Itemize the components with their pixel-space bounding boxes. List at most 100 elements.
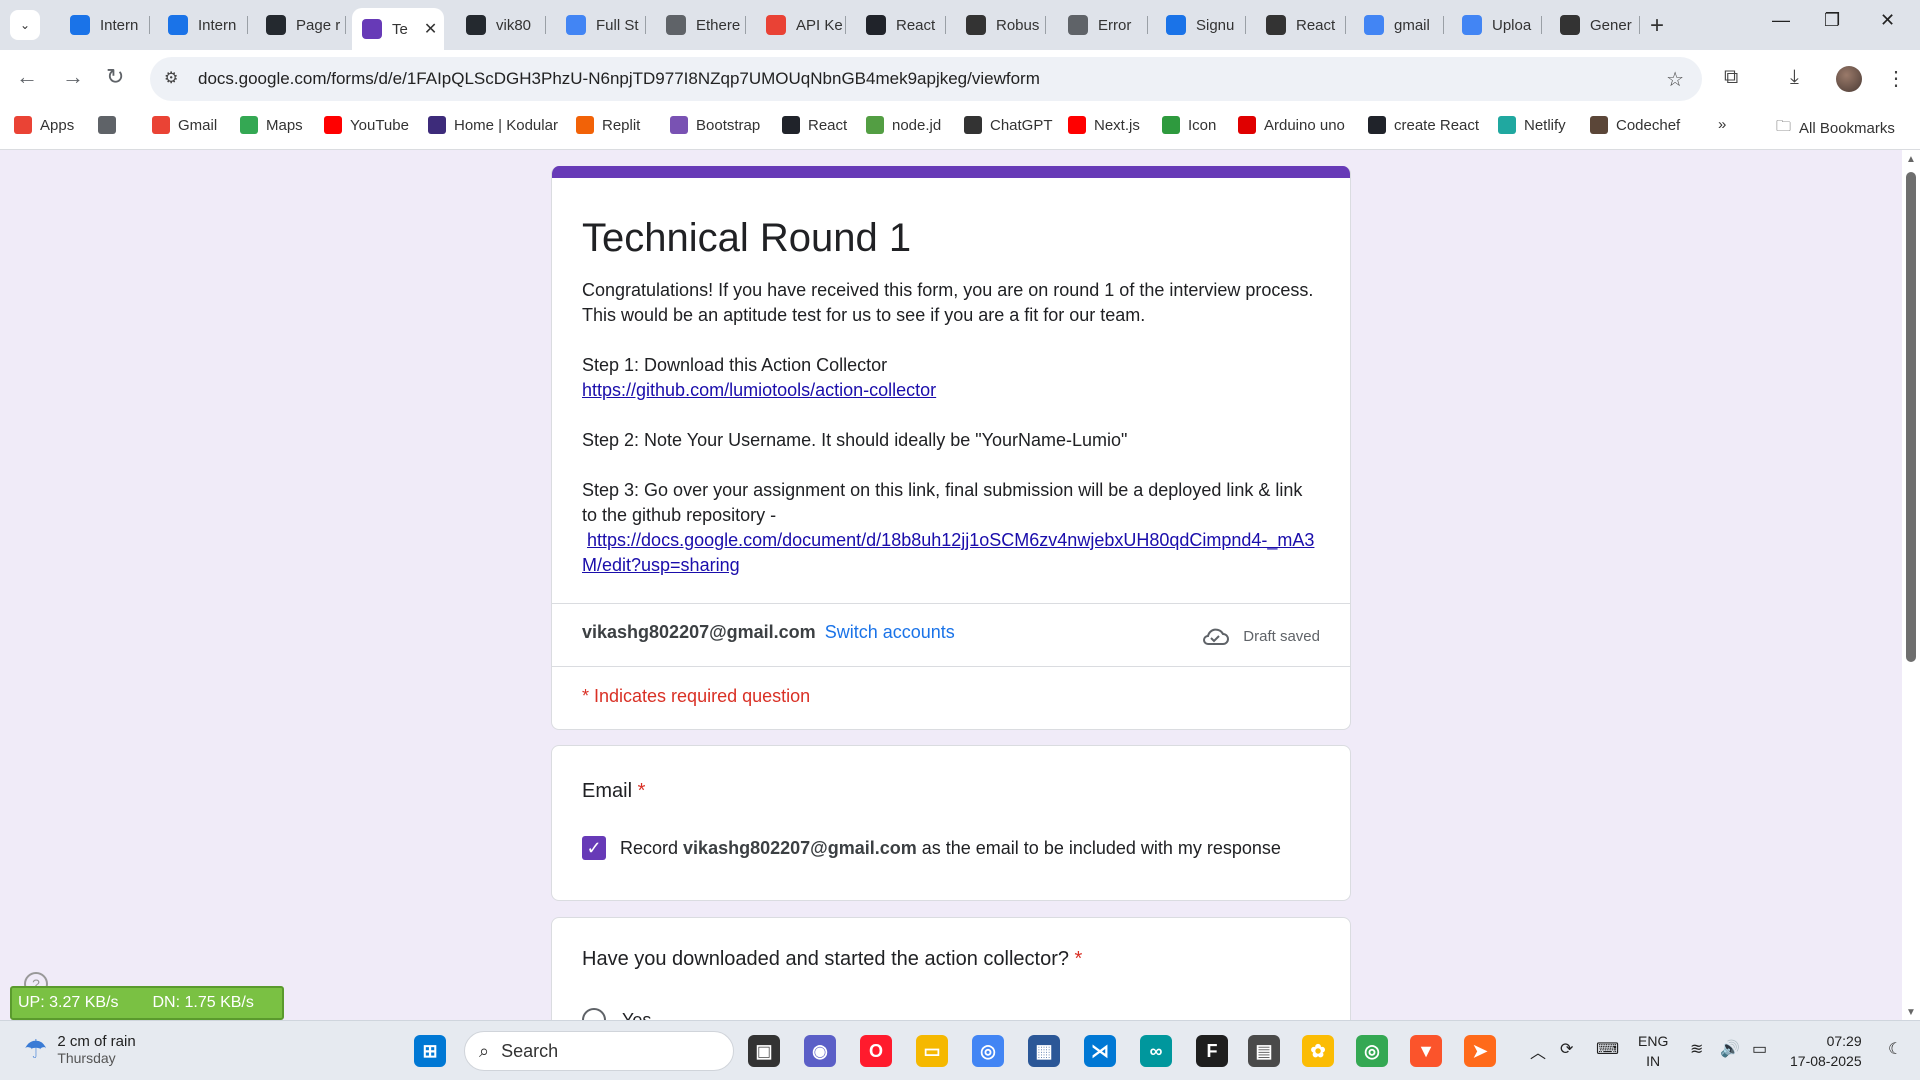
browser-tab[interactable]: gmail — [1354, 8, 1444, 42]
browser-tab[interactable]: Page r — [256, 8, 346, 42]
download-speed: DN: 1.75 KB/s — [152, 994, 254, 1011]
browser-tab[interactable]: API Ke — [756, 8, 846, 42]
weather-widget[interactable]: ☂ 2 cm of rain Thursday — [24, 1033, 136, 1066]
keyboard-icon[interactable]: ⌨ — [1596, 1039, 1619, 1059]
bookmark-item[interactable]: Icon — [1162, 116, 1216, 134]
bookmark-item[interactable]: Bootstrap — [670, 116, 760, 134]
browser-tab[interactable]: React — [1256, 8, 1346, 42]
page-scrollbar[interactable]: ▲ ▼ — [1902, 150, 1920, 1020]
photos-icon[interactable]: ✿ — [1302, 1035, 1334, 1067]
bookmark-label: Netlify — [1524, 116, 1566, 134]
extensions-icon[interactable]: ⧉ — [1724, 66, 1738, 89]
record-email-checkbox[interactable]: ✓ — [582, 836, 606, 860]
show-hidden-icons-chevron[interactable]: ︿ — [1530, 1039, 1546, 1063]
browser-tab[interactable]: Intern — [158, 8, 248, 42]
brave-icon[interactable]: ▼ — [1410, 1035, 1442, 1067]
address-bar[interactable]: ⚙ docs.google.com/forms/d/e/1FAIpQLScDGH… — [150, 57, 1702, 101]
browser-tab[interactable]: Error — [1058, 8, 1148, 42]
more-bookmarks-chevron-icon[interactable]: » — [1718, 116, 1726, 133]
scroll-down-icon[interactable]: ▼ — [1906, 1007, 1916, 1018]
yes-radio[interactable] — [582, 1008, 606, 1020]
app-icon[interactable]: ▤ — [1248, 1035, 1280, 1067]
browser-tab[interactable]: Gener — [1550, 8, 1640, 42]
minimize-icon[interactable]: — — [1772, 10, 1790, 31]
vscode-icon[interactable]: ⋊ — [1084, 1035, 1116, 1067]
notifications-icon[interactable]: ☾ — [1888, 1039, 1902, 1059]
clock[interactable]: 07:29 17-08-2025 — [1790, 1031, 1862, 1071]
forward-arrow-icon[interactable]: → — [62, 64, 84, 90]
step1-text: Step 1: Download this Action Collector — [582, 355, 888, 375]
restore-icon[interactable]: ❐ — [1824, 10, 1840, 31]
taskbar-search[interactable]: ⌕ Search — [464, 1031, 734, 1071]
bookmark-item[interactable] — [98, 116, 124, 134]
battery-icon[interactable]: ▭ — [1752, 1039, 1767, 1059]
menu-kebab-icon[interactable]: ⋮ — [1886, 66, 1906, 91]
chrome-icon[interactable]: ◎ — [972, 1035, 1004, 1067]
chrome-profile-icon[interactable]: ◎ — [1356, 1035, 1388, 1067]
url-text[interactable]: docs.google.com/forms/d/e/1FAIpQLScDGH3P… — [198, 69, 1040, 89]
profile-avatar[interactable] — [1836, 66, 1862, 92]
assignment-doc-link[interactable]: https://docs.google.com/document/d/18b8u… — [582, 530, 1314, 575]
opera-icon[interactable]: O — [860, 1035, 892, 1067]
browser-tab[interactable]: vik80 — [456, 8, 546, 42]
bookmark-item[interactable]: create React — [1368, 116, 1479, 134]
sync-icon[interactable]: ⟳ — [1560, 1039, 1573, 1059]
email-question-title: Email * — [582, 780, 646, 802]
bookmark-item[interactable]: Netlify — [1498, 116, 1566, 134]
bookmark-item[interactable]: Gmail — [152, 116, 217, 134]
windows-start-icon[interactable]: ⊞ — [414, 1035, 446, 1067]
action-collector-link[interactable]: https://github.com/lumiotools/action-col… — [582, 380, 936, 400]
bookmark-item[interactable]: Replit — [576, 116, 640, 134]
browser-tab[interactable]: Te ✕ — [352, 8, 444, 50]
teams-icon[interactable]: ◉ — [804, 1035, 836, 1067]
tab-label: Page r — [296, 16, 341, 34]
form-header-card: Technical Round 1 Congratulations! If yo… — [551, 166, 1351, 730]
browser-tab[interactable]: Intern — [60, 8, 150, 42]
bookmark-item[interactable]: YouTube — [324, 116, 409, 134]
arduino-icon[interactable]: ∞ — [1140, 1035, 1172, 1067]
postman-icon[interactable]: ➤ — [1464, 1035, 1496, 1067]
yes-radio-label: Yes — [622, 1010, 652, 1020]
file-explorer-icon[interactable]: ▭ — [916, 1035, 948, 1067]
browser-tab[interactable]: React — [856, 8, 946, 42]
switch-accounts-link[interactable]: Switch accounts — [825, 622, 955, 642]
scroll-thumb[interactable] — [1906, 172, 1916, 662]
browser-tab[interactable]: Full St — [556, 8, 646, 42]
store-icon[interactable]: ▦ — [1028, 1035, 1060, 1067]
bookmark-item[interactable]: node.jd — [866, 116, 941, 134]
back-arrow-icon[interactable]: ← — [16, 64, 38, 90]
bookmark-item[interactable]: Codechef — [1590, 116, 1680, 134]
bookmark-item[interactable]: Arduino uno — [1238, 116, 1345, 134]
wifi-icon[interactable]: ≋ — [1690, 1039, 1703, 1059]
tab-close-icon[interactable]: ✕ — [424, 19, 437, 39]
bookmark-star-icon[interactable]: ☆ — [1666, 67, 1684, 92]
bookmark-label: Arduino uno — [1264, 116, 1345, 134]
action-collector-question-card: Have you downloaded and started the acti… — [551, 917, 1351, 1020]
reload-icon[interactable]: ↻ — [106, 64, 124, 90]
scroll-up-icon[interactable]: ▲ — [1906, 154, 1916, 165]
download-icon[interactable]: ⤓ — [1790, 66, 1799, 89]
task-view-icon[interactable]: ▣ — [748, 1035, 780, 1067]
bookmark-item[interactable]: React — [782, 116, 847, 134]
browser-tab[interactable]: Ethere — [656, 8, 746, 42]
bookmark-favicon-icon — [964, 116, 982, 134]
bookmark-item[interactable]: Maps — [240, 116, 303, 134]
bookmark-item[interactable]: Apps — [14, 116, 74, 134]
language-indicator[interactable]: ENG IN — [1638, 1031, 1668, 1071]
tab-search-chevron-icon[interactable]: ⌄ — [10, 10, 40, 40]
browser-tab[interactable]: Uploa — [1452, 8, 1542, 42]
bookmark-item[interactable]: Next.js — [1068, 116, 1140, 134]
bookmark-label: Home | Kodular — [454, 116, 558, 134]
tab-label: Full St — [596, 16, 639, 34]
all-bookmarks-button[interactable]: 🗀 All Bookmarks — [1776, 116, 1895, 141]
bookmark-item[interactable]: ChatGPT — [964, 116, 1053, 134]
new-tab-plus-icon[interactable]: + — [1650, 12, 1664, 40]
browser-tab[interactable]: Robus — [956, 8, 1046, 42]
volume-icon[interactable]: 🔊 — [1720, 1039, 1740, 1059]
close-window-icon[interactable]: ✕ — [1880, 10, 1895, 31]
bookmark-item[interactable]: Home | Kodular — [428, 116, 558, 134]
bookmark-favicon-icon — [782, 116, 800, 134]
browser-tab[interactable]: Signu — [1156, 8, 1246, 42]
site-info-icon[interactable]: ⚙ — [164, 68, 186, 90]
figma-icon[interactable]: F — [1196, 1035, 1228, 1067]
